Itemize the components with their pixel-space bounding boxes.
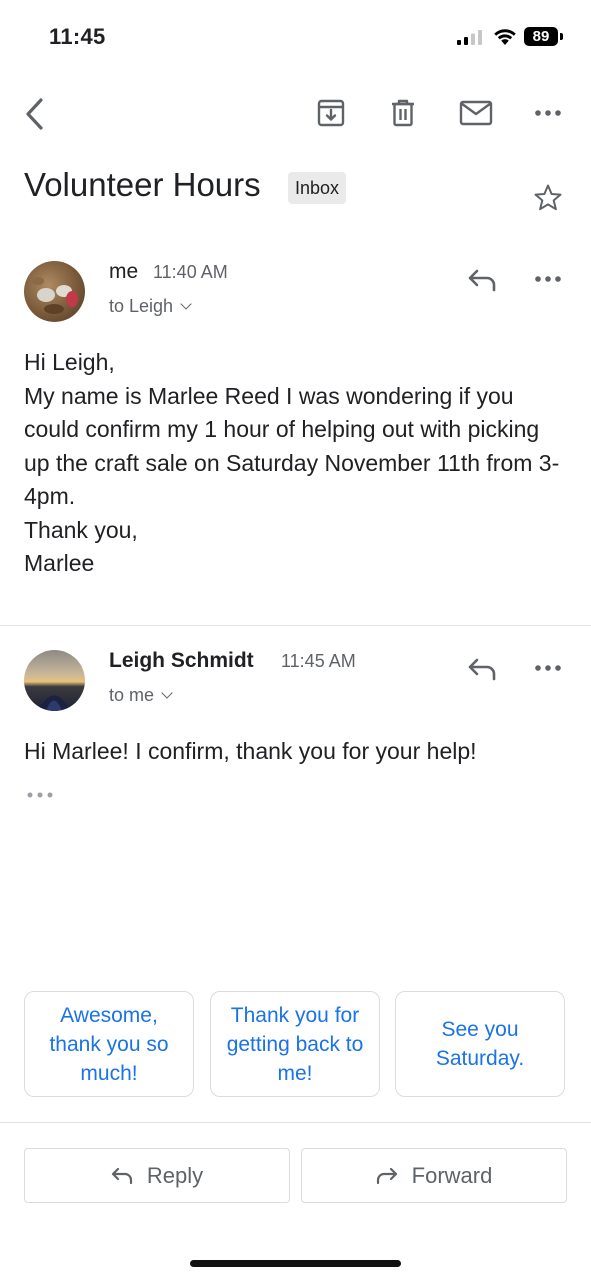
avatar[interactable]	[24, 650, 85, 711]
archive-button[interactable]	[312, 94, 350, 132]
smart-reply-chip[interactable]: Awesome, thank you so much!	[24, 991, 194, 1097]
mail-icon	[459, 100, 493, 126]
home-indicator[interactable]	[190, 1260, 401, 1267]
star-button[interactable]	[530, 180, 566, 216]
recipient-details-toggle[interactable]: to me	[109, 685, 173, 706]
more-options-button[interactable]	[528, 98, 568, 128]
sender-name: me	[109, 260, 139, 283]
avatar-photo	[32, 277, 78, 314]
reply-button[interactable]	[462, 653, 502, 685]
delete-button[interactable]	[384, 94, 422, 132]
avatar[interactable]	[24, 261, 85, 322]
recipient-text: to me	[109, 685, 155, 705]
status-time: 11:45	[49, 24, 106, 49]
star-icon	[534, 184, 562, 211]
back-icon	[26, 98, 43, 130]
message-divider	[0, 625, 591, 626]
reply-icon	[468, 269, 496, 292]
reply-button[interactable]	[462, 264, 502, 296]
message-time: 11:40 AM	[153, 262, 228, 282]
forward-icon	[376, 1167, 397, 1184]
avatar-photo	[38, 695, 70, 711]
message-time: 11:45 AM	[281, 651, 356, 671]
reply-label: Reply	[146, 1162, 204, 1188]
sender-name: Leigh Schmidt	[109, 649, 254, 672]
ellipsis-icon	[27, 792, 53, 798]
inbox-label[interactable]: Inbox	[288, 172, 347, 204]
reply-icon	[111, 1167, 132, 1184]
footer-divider	[0, 1122, 591, 1123]
show-trimmed-content-button[interactable]	[24, 786, 56, 804]
email-subject: Volunteer Hours	[24, 166, 261, 203]
reply-action-button[interactable]: Reply	[24, 1148, 290, 1203]
message-more-button[interactable]	[528, 264, 568, 294]
more-icon	[535, 665, 561, 671]
back-button[interactable]	[16, 94, 52, 134]
forward-action-button[interactable]: Forward	[301, 1148, 567, 1203]
forward-label: Forward	[411, 1162, 493, 1188]
message-body: Hi Marlee! I confirm, thank you for your…	[24, 738, 477, 764]
chevron-down-icon	[180, 298, 192, 310]
message-more-button[interactable]	[528, 653, 568, 683]
battery-indicator: 89	[524, 27, 558, 46]
smart-reply-chip[interactable]: Thank you for getting back to me!	[210, 991, 380, 1097]
smart-reply-chip[interactable]: See you Saturday.	[395, 991, 565, 1097]
message-body: Hi Leigh, My name is Marlee Reed I was w…	[24, 349, 560, 576]
recipient-details-toggle[interactable]: to Leigh	[109, 296, 192, 317]
wifi-icon	[494, 29, 516, 45]
reply-icon	[468, 658, 496, 681]
chevron-down-icon	[161, 687, 173, 699]
more-icon	[535, 276, 561, 282]
archive-icon	[317, 99, 345, 127]
more-icon	[535, 110, 561, 116]
cellular-signal-icon	[457, 30, 482, 45]
trash-icon	[392, 99, 414, 127]
mark-unread-button[interactable]	[456, 94, 496, 132]
battery-tip	[560, 33, 563, 40]
recipient-text: to Leigh	[109, 296, 174, 316]
